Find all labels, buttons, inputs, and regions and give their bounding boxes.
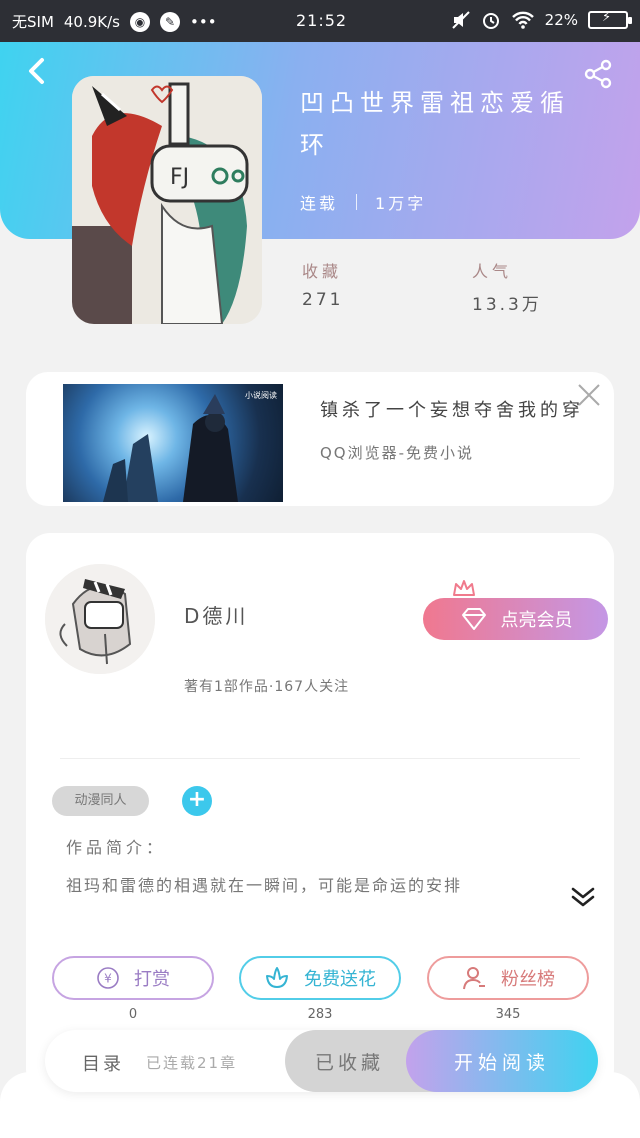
battery-percent: 22% xyxy=(544,11,578,29)
carrier-text: 无SIM xyxy=(12,13,54,31)
divider xyxy=(356,194,358,210)
network-speed: 40.9K/s xyxy=(63,12,120,31)
back-button[interactable] xyxy=(24,56,50,86)
fans-label: 粉丝榜 xyxy=(501,969,555,990)
intro-text: 祖玛和雷德的相遇就在一瞬间，可能是命运的安排 xyxy=(66,876,463,895)
wifi-icon xyxy=(511,11,534,29)
close-icon xyxy=(578,384,600,406)
book-title: 凹凸世界雷祖恋爱循环 xyxy=(300,89,570,159)
popularity-value: 13.3万 xyxy=(472,295,542,315)
crown-icon xyxy=(452,579,476,597)
ad-close-button[interactable] xyxy=(576,382,602,408)
palette-icon: ✎ xyxy=(160,11,180,32)
word-count: 1万字 xyxy=(375,194,427,213)
fans-count: 345 xyxy=(495,1007,521,1022)
alarm-icon xyxy=(482,13,499,29)
ad-subtitle: QQ浏览器-免费小说 xyxy=(320,444,475,462)
add-tag-button[interactable]: + xyxy=(182,786,212,816)
double-chevron-down-icon xyxy=(571,887,595,907)
ad-image[interactable]: 小说阅读 xyxy=(63,384,283,502)
genre-tag[interactable]: 动漫同人 xyxy=(52,786,149,816)
expand-intro-button[interactable] xyxy=(570,885,596,909)
more-icon: ••• xyxy=(190,12,217,31)
yen-glyph: ¥ xyxy=(104,972,112,986)
reward-count: 0 xyxy=(128,1007,138,1022)
chapter-status[interactable]: 已连载21章 xyxy=(146,1052,237,1073)
status-bar: 无SIM 40.9K/s ◉ ✎ ••• 21:52 22% ⚡ xyxy=(0,0,640,42)
reward-button[interactable]: ¥ 打赏 xyxy=(52,956,214,1000)
cover-illustration: FJ xyxy=(72,76,262,324)
reward-label: 打赏 xyxy=(134,969,170,990)
popularity-label: 人气 xyxy=(472,262,513,281)
ad-title[interactable]: 镇杀了一个妄想夺舍我的穿 xyxy=(320,396,584,422)
ad-watermark: 小说阅读 xyxy=(245,390,277,400)
intro-label: 作品简介： xyxy=(66,838,167,857)
send-flower-button[interactable]: 免费送花 xyxy=(239,956,401,1000)
mute-icon xyxy=(451,11,470,29)
status-right: 22% ⚡ xyxy=(451,10,632,30)
status-time: 21:52 xyxy=(296,11,348,30)
ad-illustration: 小说阅读 xyxy=(103,390,277,502)
vip-label: 点亮会员 xyxy=(500,610,573,631)
favorites-label: 收藏 xyxy=(302,262,343,281)
avatar[interactable] xyxy=(45,564,155,674)
app-notification-icon: ◉ xyxy=(130,11,150,32)
vip-button[interactable]: 点亮会员 xyxy=(423,598,608,640)
book-status-line: 连载 1万字 xyxy=(300,190,426,214)
read-label: 开始阅读 xyxy=(453,1051,550,1074)
avatar-illustration xyxy=(45,564,155,674)
author-meta: 著有1部作品·167人关注 xyxy=(184,679,350,695)
yen-icon: ¥ xyxy=(97,967,119,989)
serial-status: 连载 xyxy=(300,194,339,213)
chevron-left-icon xyxy=(29,58,44,84)
svg-text:FJ: FJ xyxy=(170,165,189,190)
flower-count: 283 xyxy=(307,1007,333,1022)
flower-icon xyxy=(266,967,288,988)
toc-button[interactable]: 目录 xyxy=(82,1050,124,1076)
collected-label: 已收藏 xyxy=(315,1051,385,1074)
fans-ranking-button[interactable]: 粉丝榜 xyxy=(427,956,589,1000)
person-icon xyxy=(463,967,485,990)
status-left: 无SIM 40.9K/s ◉ ✎ ••• xyxy=(12,11,217,32)
author-name[interactable]: D德川 xyxy=(184,600,248,629)
start-reading-button[interactable]: 开始阅读 xyxy=(406,1030,598,1092)
diamond-icon xyxy=(461,608,486,630)
author-divider xyxy=(60,758,580,759)
book-cover[interactable]: FJ xyxy=(72,76,262,324)
favorites-value: 271 xyxy=(302,290,344,310)
battery-icon: ⚡ xyxy=(588,10,632,29)
flower-label: 免费送花 xyxy=(304,969,376,990)
